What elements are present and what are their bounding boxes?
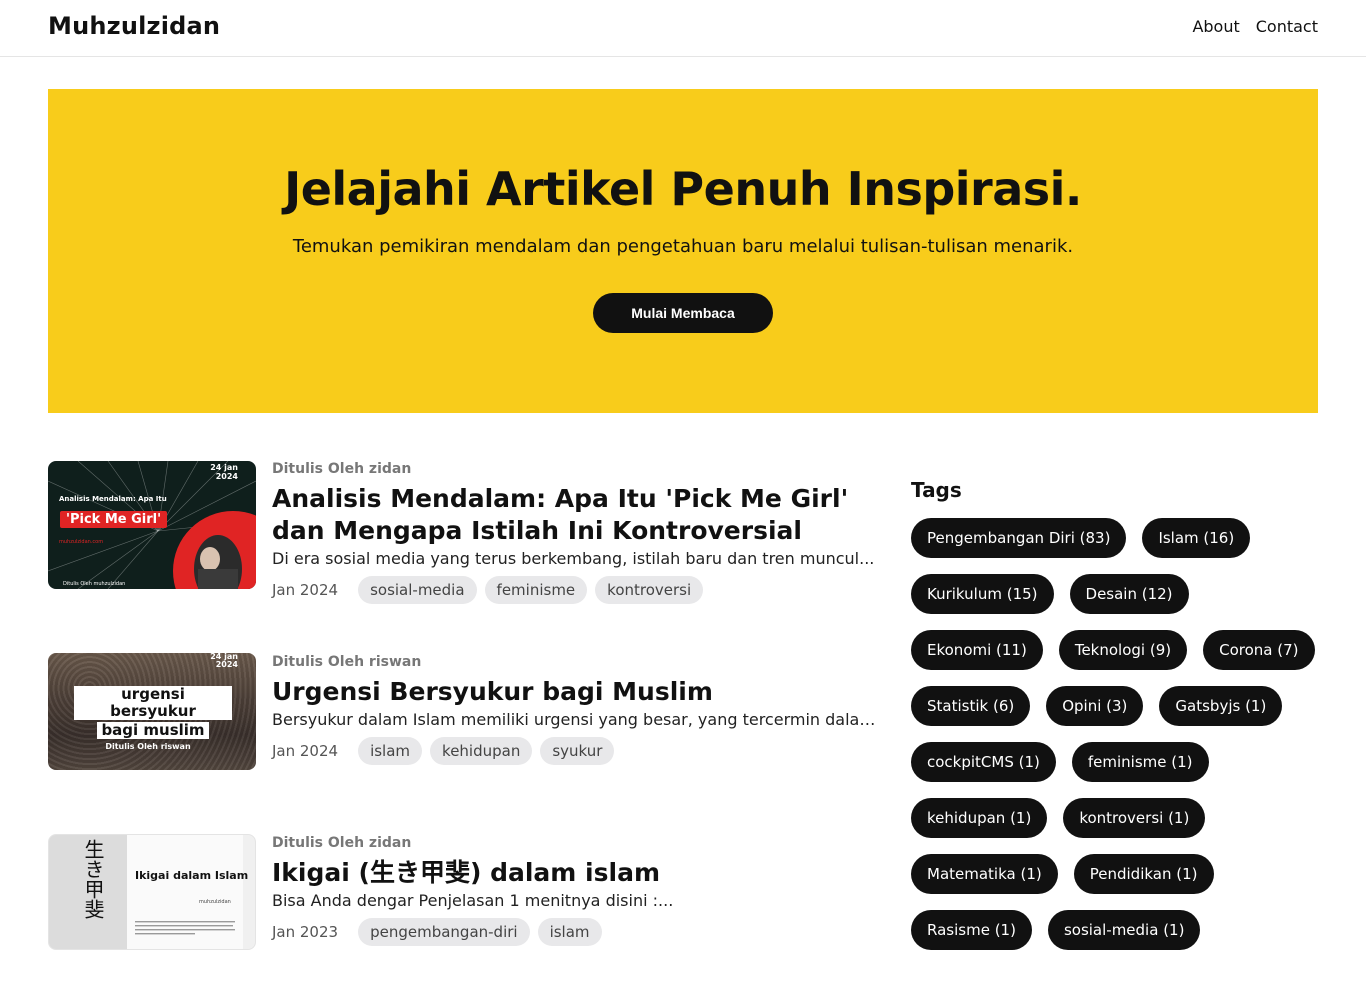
article-author: Ditulis Oleh zidan bbox=[272, 461, 412, 477]
article-date: Jan 2024 bbox=[272, 581, 339, 599]
article-excerpt: Bisa Anda dengar Penjelasan 1 menitnya d… bbox=[272, 891, 674, 910]
article-meta: Jan 2024 islam kehidupan syukur bbox=[272, 737, 888, 765]
article-thumbnail[interactable]: 24 jan 2024 Analisis Mendalam: Apa Itu 'P… bbox=[48, 461, 256, 589]
thumb-title: Ikigai dalam Islam bbox=[135, 869, 249, 882]
article-tag[interactable]: pengembangan-diri bbox=[358, 918, 530, 946]
article-meta: Jan 2024 sosial-media feminisme kontrove… bbox=[272, 576, 888, 604]
article-excerpt: Bersyukur dalam Islam memiliki urgensi y… bbox=[272, 710, 884, 729]
tag-chip[interactable]: kehidupan (1) bbox=[911, 798, 1048, 838]
article-tag[interactable]: syukur bbox=[540, 737, 615, 765]
thumb-url: muhzulzidan.com bbox=[59, 539, 104, 545]
article-tag[interactable]: islam bbox=[358, 737, 423, 765]
top-nav: About Contact bbox=[1192, 17, 1318, 36]
tags-heading: Tags bbox=[911, 478, 962, 502]
thumb-highlight: 'Pick Me Girl' bbox=[60, 511, 168, 528]
article-tag[interactable]: feminisme bbox=[484, 576, 588, 604]
thumb-kanji: 生き甲斐 bbox=[81, 839, 105, 919]
tag-chip[interactable]: Gatsbyjs (1) bbox=[1159, 686, 1283, 726]
thumb-sub: muhzulzidan bbox=[199, 899, 231, 905]
tag-chip[interactable]: Desain (12) bbox=[1069, 574, 1189, 614]
tag-chip[interactable]: Ekonomi (11) bbox=[911, 630, 1043, 670]
tag-cloud: Pengembangan Diri (83) Islam (16) Kurikulu… bbox=[911, 518, 1318, 950]
start-reading-button[interactable]: Mulai Membaca bbox=[593, 293, 773, 333]
article-title[interactable]: Ikigai (生き甲斐) dalam islam bbox=[272, 857, 888, 889]
article-card[interactable]: 生き甲斐 Ikigai dalam Islam muhzulzidan Ditu… bbox=[48, 834, 888, 950]
site-brand[interactable]: Muhzulzidan bbox=[48, 12, 220, 40]
tag-chip[interactable]: Rasisme (1) bbox=[911, 910, 1032, 950]
hero-subtitle: Temukan pemikiran mendalam dan pengetahu… bbox=[292, 236, 1074, 257]
article-tag[interactable]: sosial-media bbox=[358, 576, 477, 604]
tag-chip[interactable]: Teknologi (9) bbox=[1058, 630, 1188, 670]
tag-chip[interactable]: Pengembangan Diri (83) bbox=[911, 518, 1127, 558]
tag-chip[interactable]: Corona (7) bbox=[1203, 630, 1315, 670]
thumb-subtitle: Analisis Mendalam: Apa Itu bbox=[59, 495, 167, 503]
tag-chip[interactable]: Kurikulum (15) bbox=[911, 574, 1054, 614]
article-tag[interactable]: kontroversi bbox=[595, 576, 704, 604]
article-body: Ditulis Oleh zidan Ikigai (生き甲斐) dalam i… bbox=[272, 835, 888, 946]
tag-chip[interactable]: Pendidikan (1) bbox=[1073, 854, 1214, 894]
thumb-text-lines bbox=[135, 921, 235, 935]
tag-chip[interactable]: Matematika (1) bbox=[911, 854, 1058, 894]
hero-title: Jelajahi Artikel Penuh Inspirasi. bbox=[284, 162, 1082, 216]
hero-banner: Jelajahi Artikel Penuh Inspirasi. Temuka… bbox=[48, 89, 1318, 413]
tag-chip[interactable]: Islam (16) bbox=[1142, 518, 1251, 558]
article-body: Ditulis Oleh riswan Urgensi Bersyukur ba… bbox=[272, 654, 888, 765]
thumb-footer: Ditulis Oleh riswan bbox=[105, 742, 191, 751]
article-tag[interactable]: kehidupan bbox=[430, 737, 533, 765]
tag-chip[interactable]: kontroversi (1) bbox=[1063, 798, 1206, 838]
tags-sidebar: Tags Pengembangan Diri (83) Islam (16) Kur… bbox=[911, 478, 1318, 950]
article-card[interactable]: 24 jan 2024 urgensi bersyukur bagi muslim… bbox=[48, 653, 888, 770]
article-card[interactable]: 24 jan 2024 Analisis Mendalam: Apa Itu 'P… bbox=[48, 461, 888, 604]
article-author: Ditulis Oleh riswan bbox=[272, 654, 422, 670]
article-meta: Jan 2023 pengembangan-diri islam bbox=[272, 918, 888, 946]
thumb-title-line2: bagi muslim bbox=[97, 722, 209, 739]
thumb-date-day: 24 jan bbox=[210, 463, 238, 472]
article-excerpt: Di era sosial media yang terus berkemban… bbox=[272, 549, 875, 568]
thumb-footer: Ditulis Oleh muhzulzidan bbox=[63, 581, 126, 587]
tag-chip[interactable]: Opini (3) bbox=[1046, 686, 1144, 726]
tag-chip[interactable]: feminisme (1) bbox=[1071, 742, 1209, 782]
tag-chip[interactable]: Statistik (6) bbox=[911, 686, 1031, 726]
article-author: Ditulis Oleh zidan bbox=[272, 835, 412, 851]
article-date: Jan 2024 bbox=[272, 742, 339, 760]
nav-contact[interactable]: Contact bbox=[1256, 17, 1318, 36]
article-date: Jan 2023 bbox=[272, 923, 339, 941]
article-tag[interactable]: islam bbox=[537, 918, 602, 946]
thumb-date-year: 2024 bbox=[215, 472, 238, 481]
tag-chip[interactable]: sosial-media (1) bbox=[1047, 910, 1201, 950]
article-title[interactable]: Urgensi Bersyukur bagi Muslim bbox=[272, 676, 888, 708]
article-thumbnail[interactable]: 生き甲斐 Ikigai dalam Islam muhzulzidan bbox=[48, 834, 256, 950]
site-header: Muhzulzidan About Contact bbox=[0, 0, 1366, 57]
thumb-date-year: 2024 bbox=[215, 660, 238, 669]
nav-about[interactable]: About bbox=[1192, 17, 1239, 36]
thumb-title-line1: urgensi bersyukur bbox=[74, 686, 232, 720]
article-thumbnail[interactable]: 24 jan 2024 urgensi bersyukur bagi muslim… bbox=[48, 653, 256, 770]
article-title[interactable]: Analisis Mendalam: Apa Itu 'Pick Me Girl… bbox=[272, 483, 888, 547]
article-body: Ditulis Oleh zidan Analisis Mendalam: Ap… bbox=[272, 461, 888, 604]
tag-chip[interactable]: cockpitCMS (1) bbox=[911, 742, 1056, 782]
